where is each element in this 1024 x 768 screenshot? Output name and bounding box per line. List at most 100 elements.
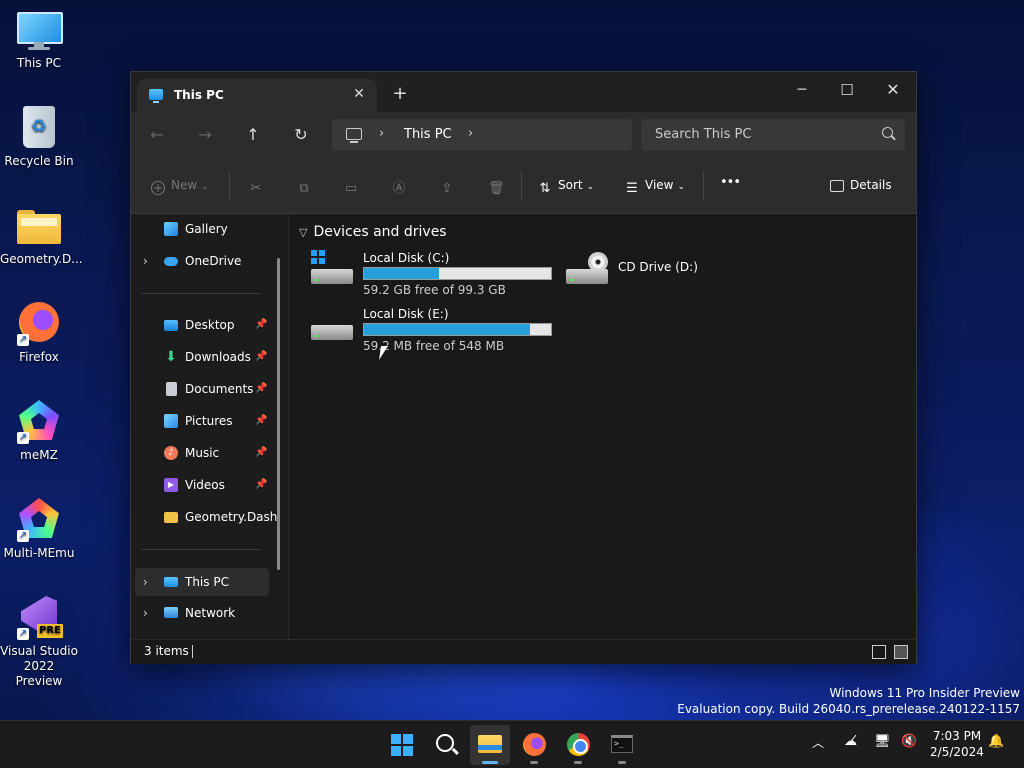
pin-icon[interactable]: 📌 <box>255 344 267 370</box>
close-window-button[interactable]: ✕ <box>870 76 916 104</box>
pin-icon[interactable]: 📌 <box>255 472 267 498</box>
cut-button[interactable]: ✂ <box>249 178 269 196</box>
tab-this-pc[interactable]: This PC ✕ <box>137 79 377 112</box>
folder-icon <box>17 204 61 248</box>
sidebar-item-music[interactable]: ♪ Music 📌 <box>131 440 269 466</box>
forward-button[interactable]: → <box>193 125 217 145</box>
more-options-button[interactable]: ••• <box>720 175 741 190</box>
sidebar-item-pictures[interactable]: Pictures 📌 <box>131 408 269 434</box>
drive-d[interactable]: CD Drive (D:) <box>566 251 766 299</box>
notification-bell-icon[interactable]: 🔔 <box>988 734 1004 749</box>
details-button[interactable]: Details <box>830 178 892 192</box>
paste-button[interactable]: ▭ <box>344 178 364 196</box>
close-tab-icon[interactable]: ✕ <box>350 85 368 103</box>
firefox-taskbar-button[interactable] <box>514 725 554 765</box>
document-icon <box>166 382 177 396</box>
scissors-icon: ✂ <box>250 181 262 196</box>
sidebar-scrollbar[interactable] <box>277 258 280 570</box>
chevron-right-icon[interactable]: › <box>143 568 148 596</box>
details-view-icon[interactable] <box>872 645 886 659</box>
new-tab-button[interactable]: + <box>390 84 410 104</box>
desktop-icon-multi-memu[interactable]: ↗ Multi-MEmu <box>0 490 78 561</box>
sidebar-item-videos[interactable]: ▶ Videos 📌 <box>131 472 269 498</box>
download-icon: ⬇ <box>165 349 177 365</box>
desktop-icon-recycle-bin[interactable]: ♻ Recycle Bin <box>0 98 78 169</box>
sidebar-item-label: Videos <box>185 478 225 492</box>
view-button[interactable]: ☰ View ⌄ <box>625 178 685 196</box>
sidebar-item-label: Desktop <box>185 318 235 332</box>
sidebar-item-desktop[interactable]: Desktop 📌 <box>131 312 269 338</box>
chevron-up-icon: ︿ <box>812 736 825 750</box>
desktop-icon-geometry-dash[interactable]: Geometry.D... <box>0 196 83 267</box>
windows-logo-icon <box>311 250 317 256</box>
sort-button[interactable]: ⇅ Sort ⌄ <box>538 178 595 196</box>
file-explorer-taskbar-button[interactable] <box>470 725 510 765</box>
drive-c[interactable]: Local Disk (C:) 59.2 GB free of 99.3 GB <box>311 250 561 299</box>
search-icon <box>882 127 893 138</box>
windows-logo-icon <box>391 734 401 744</box>
group-header-devices[interactable]: ▽ Devices and drives <box>299 224 447 240</box>
sidebar-item-network[interactable]: › Network <box>131 600 269 626</box>
network-icon[interactable]: 🖥 <box>874 734 891 749</box>
chevron-right-icon[interactable]: › <box>468 126 473 141</box>
pin-icon[interactable]: 📌 <box>255 440 267 466</box>
breadcrumb-this-pc[interactable]: This PC <box>404 127 452 142</box>
refresh-button[interactable]: ↻ <box>289 125 313 145</box>
address-box[interactable]: › This PC › <box>332 119 632 151</box>
folder-icon <box>164 512 178 523</box>
shortcut-arrow-icon: ↗ <box>17 530 29 542</box>
up-button[interactable]: ↑ <box>241 125 265 145</box>
sidebar-item-this-pc[interactable]: › This PC <box>135 568 269 596</box>
search-box[interactable]: Search This PC <box>641 119 905 151</box>
new-button[interactable]: + New ⌄ <box>151 178 209 195</box>
terminal-taskbar-button[interactable]: >_ <box>602 725 642 765</box>
pin-icon[interactable]: 📌 <box>255 408 267 434</box>
trash-icon: 🗑 <box>488 181 505 196</box>
hard-drive-icon <box>311 313 353 340</box>
share-button[interactable]: ⇪ <box>440 178 460 196</box>
clock[interactable]: 7:03 PM 2/5/2024 <box>928 728 986 760</box>
sidebar-item-geometry-dash[interactable]: Geometry.Dash. <box>131 504 281 530</box>
sidebar-item-downloads[interactable]: ⬇ Downloads 📌 <box>131 344 269 370</box>
sidebar-item-label: Network <box>185 606 236 620</box>
clipboard-icon: ▭ <box>344 181 358 196</box>
volume-muted-icon[interactable]: 🔇 <box>901 734 917 749</box>
drive-e[interactable]: Local Disk (E:) 59.2 MB free of 548 MB <box>311 307 561 355</box>
onedrive-offline-icon[interactable]: ☁̸ <box>844 734 857 749</box>
desktop-icon-this-pc[interactable]: This PC <box>0 0 78 71</box>
terminal-icon: >_ <box>611 735 633 753</box>
minimize-button[interactable]: ─ <box>779 76 825 104</box>
chevron-right-icon[interactable]: › <box>379 126 384 141</box>
desktop-icon-memz[interactable]: ↗ meMZ <box>0 392 78 463</box>
tiles-view-icon[interactable] <box>894 645 908 659</box>
pin-icon[interactable]: 📌 <box>255 312 267 338</box>
watermark-line-1: Windows 11 Pro Insider Preview <box>829 686 1020 700</box>
status-bar: 3 items <box>131 639 916 664</box>
search-taskbar-button[interactable] <box>426 725 466 765</box>
delete-button[interactable]: 🗑 <box>488 178 508 196</box>
chrome-taskbar-button[interactable] <box>558 725 598 765</box>
drive-free-space: 59.2 GB free of 99.3 GB <box>363 283 506 297</box>
network-icon <box>164 607 178 618</box>
desktop-icon-visual-studio[interactable]: PRE ↗ Visual Studio 2022 Preview <box>0 588 78 689</box>
rename-button[interactable]: Ⓐ <box>392 178 412 196</box>
firefox-icon <box>523 733 546 756</box>
copy-button[interactable]: ⧉ <box>297 178 317 196</box>
address-bar-row: ← → ↑ ↻ › This PC › Search This PC <box>131 112 916 159</box>
view-label: View <box>645 178 674 192</box>
taskbar: >_ ︿ ☁̸ 🖥 🔇 7:03 PM 2/5/2024 🔔 <box>0 720 1024 768</box>
maximize-button[interactable]: ☐ <box>824 76 870 104</box>
show-hidden-icons-button[interactable]: ︿ <box>812 734 824 751</box>
chevron-right-icon[interactable]: › <box>143 600 148 626</box>
chevron-right-icon[interactable]: › <box>143 248 148 274</box>
desktop-icon-firefox[interactable]: ↗ Firefox <box>0 294 78 365</box>
sidebar-item-gallery[interactable]: Gallery <box>131 216 269 242</box>
sidebar-item-documents[interactable]: Documents 📌 <box>131 376 269 402</box>
start-button[interactable] <box>382 725 422 765</box>
sidebar-item-onedrive[interactable]: › OneDrive <box>131 248 269 274</box>
monitor-icon <box>17 8 63 52</box>
pin-icon[interactable]: 📌 <box>255 376 267 402</box>
divider <box>703 171 704 201</box>
desktop-icon-label: Recycle Bin <box>4 154 74 168</box>
back-button[interactable]: ← <box>145 125 169 145</box>
